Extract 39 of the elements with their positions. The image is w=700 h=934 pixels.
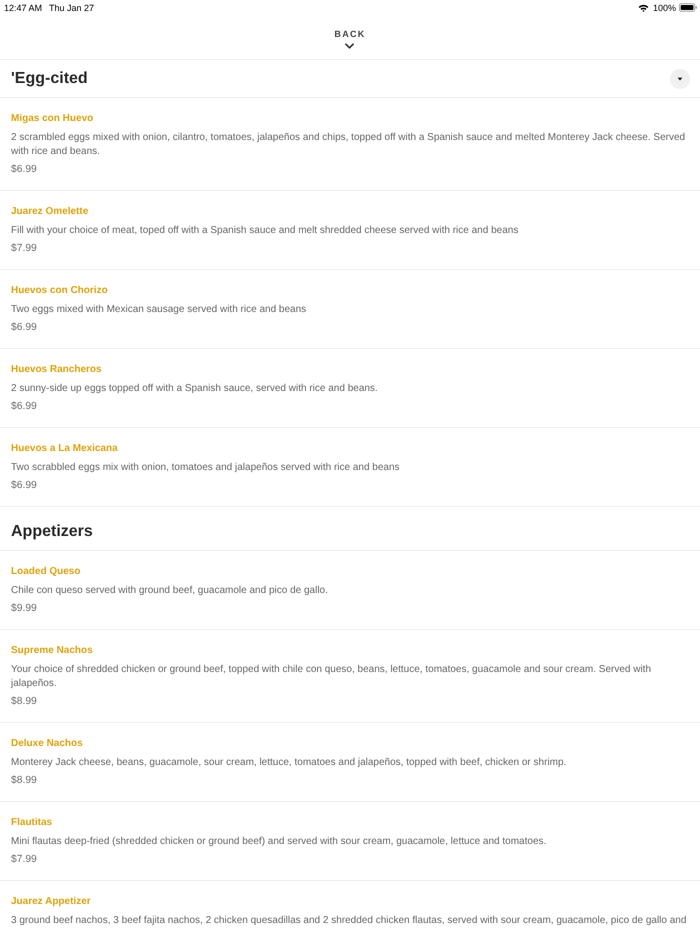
- item-name[interactable]: Huevos Rancheros: [11, 361, 102, 379]
- item-name[interactable]: Flautitas: [11, 814, 52, 832]
- section-title: 'Egg-cited: [11, 69, 88, 89]
- item-description: Your choice of shredded chicken or ground beef, topped with chile con queso, beans, lettuce, tomatoes, guacamole and sour cream. Served with jalapeños.: [11, 663, 652, 691]
- status-date: Thu Jan 27: [49, 2, 94, 14]
- item-name[interactable]: Migas con Huevo: [11, 110, 94, 128]
- item-price: $8.99: [11, 695, 37, 709]
- item-name[interactable]: Huevos con Chorizo: [11, 282, 108, 300]
- wifi-icon: [638, 4, 649, 12]
- item-price: $7.99: [11, 853, 37, 867]
- item-name[interactable]: Deluxe Nachos: [11, 735, 83, 753]
- item-description: 3 ground beef nachos, 3 beef fajita nachos, 2 chicken quesadillas and 2 shredded chicken flautas, served with sour cream, guacamole, pico de gallo and: [11, 914, 686, 928]
- item-description: Two eggs mixed with Mexican sausage served with rice and beans: [11, 303, 306, 317]
- chevron-down-icon: [345, 43, 354, 49]
- item-description: Two scrabbled eggs mix with onion, tomatoes and jalapeños served with rice and beans: [11, 461, 400, 475]
- item-name[interactable]: Juarez Omelette: [11, 203, 88, 221]
- status-time: 12:47 AM: [4, 2, 42, 14]
- item-price: $6.99: [11, 400, 37, 414]
- item-name[interactable]: Loaded Queso: [11, 563, 80, 581]
- battery-percent: 100%: [652, 2, 676, 14]
- item-name[interactable]: Huevos a La Mexicana: [11, 440, 118, 458]
- item-name[interactable]: Supreme Nachos: [11, 642, 93, 660]
- battery-icon: [679, 3, 697, 12]
- item-price: $6.99: [11, 479, 37, 493]
- item-description: Mini flautas deep-fried (shredded chicken or ground beef) and served with sour cream, guacamole, lettuce and tomatoes.: [11, 835, 546, 849]
- item-description: Monterey Jack cheese, beans, guacamole, sour cream, lettuce, tomatoes and jalapeños, topped with beef, chicken or shrimp.: [11, 756, 566, 770]
- back-button[interactable]: BACK: [332, 28, 368, 49]
- item-price: $9.99: [11, 602, 37, 616]
- item-price: $6.99: [11, 321, 37, 335]
- item-description: 2 scrambled eggs mixed with onion, cilantro, tomatoes, jalapeños and chips, topped off with a Spanish sauce and melted Monterey Jack cheese. Served with rice and beans.: [11, 131, 686, 159]
- item-price: $6.99: [11, 163, 37, 177]
- item-name[interactable]: Juarez Appetizer: [11, 893, 91, 911]
- item-price: $7.99: [11, 242, 37, 256]
- item-description: 2 sunny-side up eggs topped off with a Spanish sauce, served with rice and beans.: [11, 382, 378, 396]
- item-description: Chile con queso served with ground beef, guacamole and pico de gallo.: [11, 584, 328, 598]
- item-description: Fill with your choice of meat, toped off with a Spanish sauce and melt shredded cheese served with rice and beans: [11, 224, 518, 238]
- item-price: $8.99: [11, 774, 37, 788]
- dropdown-icon[interactable]: [670, 69, 690, 89]
- section-title: Appetizers: [11, 522, 93, 542]
